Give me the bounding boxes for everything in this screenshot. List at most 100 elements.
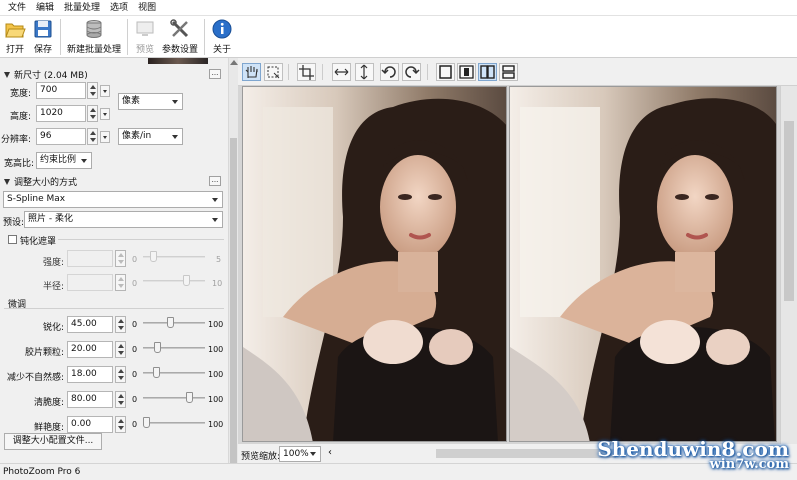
strength-input[interactable]	[67, 250, 113, 267]
about-button[interactable]: 关于	[208, 17, 236, 57]
hand-tool-button[interactable]	[242, 63, 261, 81]
finetune-label: 清脆度:	[33, 398, 64, 408]
finetune-slider[interactable]	[143, 367, 205, 379]
finetune-label: 减少不自然感:	[6, 373, 64, 383]
radius-input[interactable]	[67, 274, 113, 291]
resize-method-more-button[interactable]: ...	[209, 176, 221, 186]
preview-area[interactable]	[238, 86, 787, 444]
finetune-max: 100	[208, 395, 224, 404]
fit-width-button[interactable]	[332, 63, 351, 81]
new-size-header[interactable]: 新尺寸 (2.04 MB)	[4, 68, 88, 81]
settings-button[interactable]: 参数设置	[159, 17, 201, 57]
slider-knob[interactable]	[143, 417, 150, 428]
width-spinner[interactable]	[87, 82, 98, 99]
unsharp-mask-checkbox[interactable]	[8, 235, 17, 244]
fit-height-button[interactable]	[355, 63, 374, 81]
finetune-value-input[interactable]: 80.00	[67, 391, 113, 408]
finetune-value-input[interactable]: 0.00	[67, 416, 113, 433]
finetune-label: 锐化:	[42, 323, 64, 333]
slider-track	[143, 422, 205, 424]
vertical-arrows-icon	[360, 64, 368, 80]
radius-slider[interactable]	[143, 275, 205, 287]
finetune-max: 100	[208, 320, 224, 329]
thumbnail-strip	[148, 58, 208, 64]
finetune-value-input[interactable]: 45.00	[67, 316, 113, 333]
zoom-value: 100%	[283, 449, 309, 459]
menu-edit[interactable]: 编辑	[31, 0, 59, 16]
single-view-button[interactable]	[436, 63, 455, 81]
side-by-side-icon	[480, 65, 495, 79]
rotate-right-icon	[405, 66, 420, 78]
settings-scrollbar[interactable]	[228, 58, 238, 478]
new-size-more-button[interactable]: ...	[209, 69, 221, 79]
slider-knob[interactable]	[167, 317, 174, 328]
chevron-down-icon	[212, 218, 218, 222]
stacked-view-button[interactable]	[499, 63, 518, 81]
slider-track	[143, 347, 205, 349]
horizontal-scrollbar-thumb[interactable]	[436, 449, 616, 458]
zoom-label: 预览缩放:	[241, 452, 281, 462]
resize-method-header[interactable]: 调整大小的方式	[4, 175, 77, 188]
size-unit-select[interactable]: 像素	[118, 93, 183, 110]
finetune-slider[interactable]	[143, 417, 205, 429]
finetune-slider[interactable]	[143, 342, 205, 354]
finetune-spinner[interactable]	[115, 341, 126, 358]
chevron-down-icon	[310, 452, 316, 456]
finetune-slider[interactable]	[143, 317, 205, 329]
resolution-input[interactable]: 96	[36, 128, 86, 145]
rotate-right-button[interactable]	[402, 63, 421, 81]
slider-knob[interactable]	[154, 342, 161, 353]
scrollbar-thumb[interactable]	[784, 121, 794, 301]
finetune-max: 100	[208, 345, 224, 354]
height-link-dropdown[interactable]	[100, 108, 110, 120]
menu-view[interactable]: 视图	[133, 0, 161, 16]
side-by-side-view-button[interactable]	[478, 63, 497, 81]
scrollbar-thumb[interactable]	[230, 138, 237, 478]
split-view-button[interactable]	[457, 63, 476, 81]
finetune-value-input[interactable]: 20.00	[67, 341, 113, 358]
rotate-left-button[interactable]	[380, 63, 399, 81]
scroll-up-arrow-icon[interactable]	[230, 60, 238, 65]
resolution-spinner[interactable]	[87, 128, 98, 145]
strength-spinner[interactable]	[115, 250, 126, 267]
toolbar-separator	[127, 19, 129, 55]
scroll-left-arrow-icon[interactable]: ‹	[328, 447, 332, 458]
finetune-min: 0	[132, 395, 138, 404]
height-spinner[interactable]	[87, 105, 98, 122]
resize-method-select[interactable]: S-Spline Max	[3, 191, 223, 208]
finetune-spinner[interactable]	[115, 416, 126, 433]
open-button[interactable]: 打开	[1, 17, 29, 57]
preview-vertical-scrollbar[interactable]	[780, 86, 797, 444]
zoom-select[interactable]: 100%	[279, 446, 321, 462]
save-button[interactable]: 保存	[29, 17, 57, 57]
finetune-value-input[interactable]: 18.00	[67, 366, 113, 383]
finetune-spinner[interactable]	[115, 366, 126, 383]
height-input[interactable]: 1020	[36, 105, 86, 122]
preset-select[interactable]: 照片 - 柔化	[24, 211, 223, 228]
portrait-photo-original	[243, 87, 506, 441]
slider-knob[interactable]	[183, 275, 190, 286]
menu-file[interactable]: 文件	[3, 0, 31, 16]
finetune-slider[interactable]	[143, 392, 205, 404]
slider-knob[interactable]	[186, 392, 193, 403]
menu-options[interactable]: 选项	[105, 0, 133, 16]
preview-button[interactable]: 预览	[131, 17, 159, 57]
finetune-spinner[interactable]	[115, 316, 126, 333]
resize-profile-button[interactable]: 调整大小配置文件...	[4, 433, 102, 450]
aspect-select[interactable]: 约束比例	[36, 152, 92, 169]
width-input[interactable]: 700	[36, 82, 86, 99]
new-batch-button[interactable]: 新建批量处理	[64, 17, 124, 57]
select-tool-button[interactable]	[264, 63, 283, 81]
crop-tool-button[interactable]	[297, 63, 316, 81]
resolution-dropdown[interactable]	[100, 131, 110, 143]
width-link-dropdown[interactable]	[100, 85, 110, 97]
toolbar-separator	[427, 64, 428, 80]
slider-knob[interactable]	[153, 367, 160, 378]
strength-slider[interactable]	[143, 251, 205, 263]
slider-knob[interactable]	[150, 251, 157, 262]
radius-spinner[interactable]	[115, 274, 126, 291]
finetune-spinner[interactable]	[115, 391, 126, 408]
resolution-unit-select[interactable]: 像素/in	[118, 128, 183, 145]
menu-batch[interactable]: 批量处理	[59, 0, 105, 16]
hand-icon	[245, 66, 258, 78]
